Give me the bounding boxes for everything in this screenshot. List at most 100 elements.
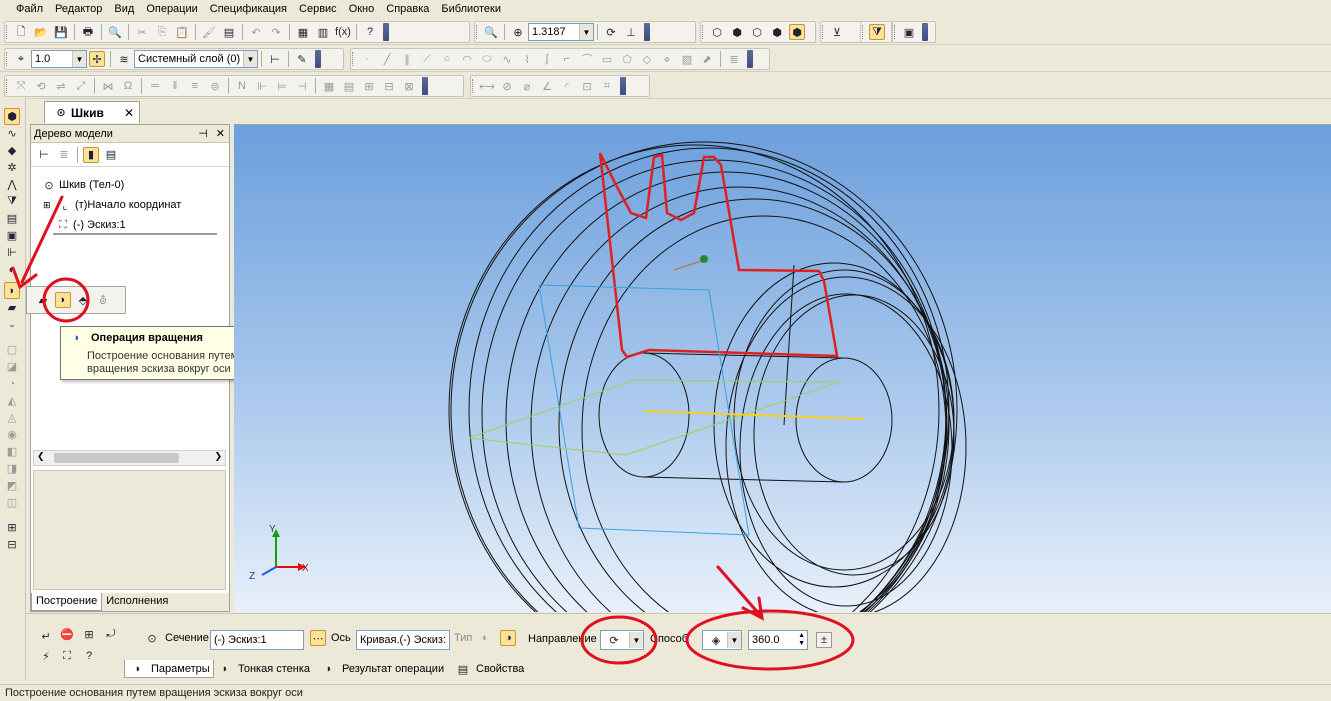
tree-filter-icon[interactable]: ≣ — [56, 147, 72, 163]
slope-icon[interactable]: ◬ — [4, 409, 20, 426]
shell-icon[interactable]: ▢ — [4, 341, 20, 358]
save-icon[interactable]: 💾 — [53, 24, 69, 40]
line-icon[interactable]: ╱ — [379, 51, 395, 67]
point-icon[interactable]: · — [359, 51, 375, 67]
omega-icon[interactable]: Ω — [120, 78, 136, 94]
shaded-icon[interactable]: ⬢ — [789, 24, 805, 40]
enter-object-icon[interactable]: ↵ — [38, 628, 54, 644]
chamfer-icon[interactable]: ⌐ — [559, 51, 575, 67]
wireframe-icon[interactable]: ⬡ — [709, 24, 725, 40]
help-icon[interactable]: ? — [81, 648, 97, 664]
polygon-icon[interactable]: ⬠ — [619, 51, 635, 67]
coincide-icon[interactable]: ⊜ — [207, 78, 223, 94]
rotate-sketch-icon[interactable]: ⟲ — [33, 78, 49, 94]
snap-icon[interactable]: ✢ — [89, 51, 105, 67]
arrays-icon[interactable]: ✲ — [4, 159, 20, 176]
menu-file[interactable]: Файл — [10, 0, 49, 18]
orientation-icon[interactable]: ⊥ — [623, 24, 639, 40]
rotate-icon[interactable]: ⟳ — [603, 24, 619, 40]
measure-panel-icon[interactable]: ▤ — [4, 210, 20, 227]
edit-parts-icon[interactable]: ⬢ — [4, 108, 20, 125]
line-width-combo[interactable]: 1.0 ▼ — [31, 50, 87, 68]
filter-panel-icon[interactable]: ⧩ — [4, 193, 20, 210]
document-tab[interactable]: ⊙ Шкив ✕ — [44, 101, 140, 123]
angular-dim-icon[interactable]: ∠ — [539, 78, 555, 94]
tab-construction[interactable]: Построение — [31, 593, 103, 611]
chamfer-3d-icon[interactable]: ◭ — [4, 392, 20, 409]
redo-icon[interactable]: ↷ — [268, 24, 284, 40]
format-brush-icon[interactable]: 🖌 — [201, 24, 217, 40]
projection-icon[interactable]: ⬈ — [699, 51, 715, 67]
auto-dim-icon[interactable]: ⌗ — [599, 78, 615, 94]
equidistant-icon[interactable]: ⋄ — [659, 51, 675, 67]
cells-icon[interactable]: ▤ — [341, 78, 357, 94]
trim-icon[interactable]: ⋈ — [100, 78, 116, 94]
halftone-icon[interactable]: ⬢ — [769, 24, 785, 40]
curves-icon[interactable]: ∿ — [4, 125, 20, 142]
hole-icon[interactable]: ◉ — [4, 426, 20, 443]
tree-root[interactable]: ⊙ Шкив (Тел-0) — [39, 177, 124, 193]
analysis-icon[interactable]: ⊟ — [4, 536, 20, 553]
constraint-b-icon[interactable]: ⊩ — [254, 78, 270, 94]
scroll-left-icon[interactable]: ❮ — [37, 451, 45, 462]
preview-icon[interactable]: 🔍 — [107, 24, 123, 40]
mirror-icon[interactable]: ⇌ — [53, 78, 69, 94]
constraint-d-icon[interactable]: ⊣ — [294, 78, 310, 94]
library-panel-icon[interactable]: ⊞ — [4, 519, 20, 536]
print-icon[interactable]: 🖶 — [80, 24, 96, 40]
scale-icon[interactable]: ⤢ — [73, 78, 89, 94]
model-viewport[interactable]: Y X Z — [234, 124, 1331, 612]
tab-properties[interactable]: ▤ Свойства — [450, 660, 527, 678]
auto-create-icon[interactable]: ⚡ — [38, 648, 54, 664]
rotation-op-icon[interactable]: ◗ — [55, 292, 71, 308]
direction-combo[interactable]: ⟳ ▼ — [600, 630, 644, 650]
rotation-op-sidebar-icon[interactable]: ◗ — [4, 282, 20, 299]
diameter-dim-icon[interactable]: ⌀ — [519, 78, 535, 94]
circle-icon[interactable]: ○ — [439, 51, 455, 67]
cut-icon[interactable]: ✂ — [134, 24, 150, 40]
tree-item-origin[interactable]: ⊞ ⌞ (т)Начало координат — [43, 197, 181, 213]
reports-icon[interactable]: ⊩ — [4, 244, 20, 261]
clear-icon[interactable]: ⊠ — [401, 78, 417, 94]
spline-icon[interactable]: ∿ — [499, 51, 515, 67]
measure-icon[interactable]: ▣ — [901, 24, 917, 40]
method-combo[interactable]: ◈ ▼ — [702, 630, 742, 650]
variables-icon[interactable]: f(x) — [335, 24, 351, 40]
pin-icon[interactable]: ⊣ — [198, 127, 208, 140]
extrusion-op-icon[interactable]: ▰ — [35, 292, 51, 308]
menu-view[interactable]: Вид — [108, 0, 140, 18]
bezier-icon[interactable]: ∫ — [539, 51, 555, 67]
angle-spinner[interactable]: ▲ ▼ — [798, 632, 807, 648]
manager-icon[interactable]: ▦ — [295, 24, 311, 40]
extrusion-op-sidebar-icon[interactable]: ▰ — [4, 299, 20, 316]
arc-dim-icon[interactable]: ◜ — [559, 78, 575, 94]
polyline-icon[interactable]: ⌇ — [519, 51, 535, 67]
zoom-combo[interactable]: 1.3187 ▼ — [528, 23, 594, 41]
menu-service[interactable]: Сервис — [293, 0, 343, 18]
close-panel-icon[interactable]: ✕ — [216, 127, 225, 140]
menu-operations[interactable]: Операции — [140, 0, 203, 18]
axis-field[interactable]: Кривая.(-) Эскиз: — [356, 630, 450, 650]
step-icon[interactable]: ⌖ — [13, 51, 29, 67]
tab-thin-wall[interactable]: ◗ Тонкая стенка — [212, 660, 313, 678]
rib-icon[interactable]: ◪ — [4, 358, 20, 375]
move-icon[interactable]: ⤧ — [13, 78, 29, 94]
plus-minus-button[interactable]: ± — [816, 632, 832, 648]
tree-view-icon[interactable]: ▮ — [83, 146, 99, 163]
segment-icon[interactable]: ⟋ — [419, 51, 435, 67]
cut-op-sidebar-icon[interactable]: ◒ — [4, 316, 20, 333]
tree-structure-icon[interactable]: ⊢ — [36, 147, 52, 163]
arc-icon[interactable]: ◠ — [459, 51, 475, 67]
text-icon[interactable]: ≣ — [726, 51, 742, 67]
radial-dim-icon[interactable]: ⊘ — [499, 78, 515, 94]
split-icon[interactable]: ⊟ — [381, 78, 397, 94]
thin-hidden-icon[interactable]: ⬡ — [749, 24, 765, 40]
parallel-icon[interactable]: ∥ — [399, 51, 415, 67]
spec-icon[interactable]: ▣ — [4, 227, 20, 244]
expand-icon[interactable]: ⊞ — [43, 200, 55, 211]
fillet-3d-icon[interactable]: ◔ — [4, 375, 20, 392]
paste-icon[interactable]: 📋 — [174, 24, 190, 40]
redraw-icon[interactable]: ⤾ — [103, 626, 119, 642]
angle-field[interactable]: 360.0 ▲ ▼ — [748, 630, 808, 650]
ellipse-icon[interactable]: ⬭ — [479, 51, 495, 67]
